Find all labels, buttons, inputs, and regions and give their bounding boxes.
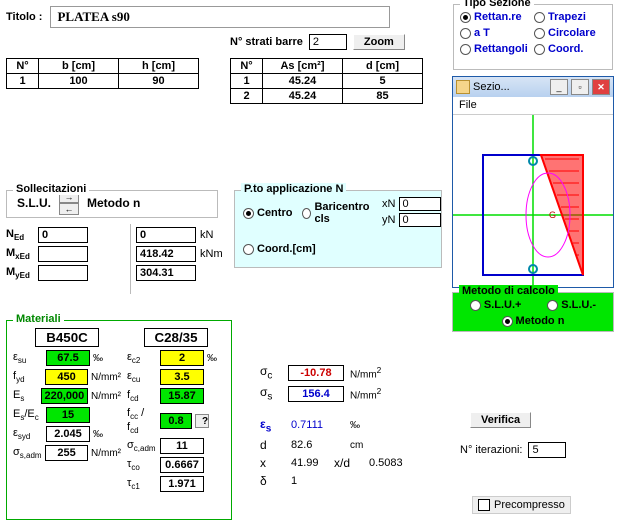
Es-value[interactable]: 220,000 (41, 388, 88, 404)
N-input-2[interactable] (136, 227, 196, 243)
verifica-button[interactable]: Verifica (470, 412, 531, 428)
xN-label: xN (373, 198, 395, 210)
sigsadm-value[interactable]: 255 (45, 445, 88, 461)
tipo-aT[interactable]: a T (460, 27, 532, 39)
tipo-circolare[interactable]: Circolare (534, 27, 606, 39)
section-canvas[interactable]: G (453, 115, 613, 285)
d-value: 82.6 (288, 438, 344, 452)
yN-input[interactable] (399, 213, 441, 227)
papp-group: P.to applicazione N Centro Baricentro cl… (234, 190, 442, 268)
metodo-sluminus[interactable]: S.L.U.- (547, 299, 596, 311)
window-title: Sezio... (473, 81, 547, 93)
metodo-sluplus[interactable]: S.L.U.+ (470, 299, 522, 311)
tipo-legend: Tipo Sezione (460, 0, 534, 9)
iter-label: N° iterazioni: (460, 444, 522, 456)
svg-text:G: G (549, 210, 556, 220)
slu-label: S.L.U. (13, 196, 55, 210)
materiali-group: Materiali B450C εsu67.5‰ fyd450N/mm² Es2… (6, 320, 232, 520)
sigs-value: 156.4 (288, 386, 344, 402)
section-window: Sezio... _ ▫ ✕ File G (452, 76, 614, 288)
tipo-coord[interactable]: Coord. (534, 43, 606, 55)
tipo-sezione-group: Tipo Sezione Rettan.re Trapezi a T Circo… (453, 4, 613, 70)
fccfcd-value[interactable]: 0.8 (160, 413, 192, 429)
strati-input[interactable] (309, 34, 347, 50)
My-input-2[interactable] (136, 265, 196, 281)
sollecitazioni-group: Sollecitazioni S.L.U. → ← Metodo n (6, 190, 218, 218)
MxEd-input[interactable] (38, 246, 88, 262)
metodo-n[interactable]: Metodo n (502, 315, 565, 327)
steel-button[interactable]: B450C (35, 328, 99, 347)
precompresso-check[interactable]: Precompresso (472, 496, 571, 514)
ec2-value[interactable]: 2 (160, 350, 204, 366)
forces-group: NEd kN MxEd kNm MyEd (6, 224, 226, 284)
xd-value: 0.5083 (366, 456, 422, 470)
tco-value[interactable]: 0.6667 (160, 457, 204, 473)
metodo-legend: Metodo di calcolo (459, 285, 558, 297)
strati-label: N° strati barre (230, 36, 303, 48)
table-row: 145.245 (231, 74, 423, 89)
x-value: 41.99 (288, 456, 328, 470)
xN-input[interactable] (399, 197, 441, 211)
soll-legend: Sollecitazioni (13, 183, 89, 195)
papp-baricentro[interactable]: Baricentro cls (302, 201, 371, 225)
tipo-rettangoli[interactable]: Rettangoli (460, 43, 532, 55)
table-row: 110090 (7, 74, 199, 89)
table-row: 245.2485 (231, 89, 423, 104)
metodo-label: Metodo n (83, 196, 144, 210)
rebar-table[interactable]: N°As [cm²]d [cm] 145.245 245.2485 (230, 58, 423, 104)
papp-legend: P.to applicazione N (241, 183, 346, 195)
esyd-value[interactable]: 2.045 (46, 426, 90, 442)
tc1-value[interactable]: 1.971 (160, 476, 204, 492)
papp-coord[interactable]: Coord.[cm] (243, 243, 316, 255)
minimize-button[interactable]: _ (550, 79, 568, 95)
esu-value[interactable]: 67.5 (46, 350, 90, 366)
section-table[interactable]: N°b [cm]h [cm] 110090 (6, 58, 199, 89)
zoom-button[interactable]: Zoom (353, 34, 405, 50)
Mx-input-2[interactable] (136, 246, 196, 262)
window-icon (456, 80, 470, 94)
results-group: σc -10.78 N/mm2 σs 156.4 N/mm2 εs 0.7111… (260, 360, 440, 492)
arrow-left-button[interactable]: ← (59, 203, 79, 215)
kN-unit: kN (200, 229, 213, 241)
sigc-value: -10.78 (288, 365, 344, 381)
maximize-button[interactable]: ▫ (571, 79, 589, 95)
kNm-unit: kNm (200, 248, 223, 260)
help-button[interactable]: ? (195, 414, 209, 428)
NEd-input[interactable] (38, 227, 88, 243)
yN-label: yN (373, 214, 395, 226)
title-label: Titolo : (6, 11, 42, 23)
materiali-legend: Materiali (13, 313, 64, 325)
EsEc-value[interactable]: 15 (46, 407, 90, 423)
concrete-button[interactable]: C28/35 (144, 328, 208, 347)
ecu-value[interactable]: 3.5 (160, 369, 204, 385)
tipo-rettan[interactable]: Rettan.re (460, 11, 532, 23)
fyd-value[interactable]: 450 (45, 369, 88, 385)
checkbox-icon (478, 499, 490, 511)
tipo-trapezi[interactable]: Trapezi (534, 11, 606, 23)
close-button[interactable]: ✕ (592, 79, 610, 95)
fcd-value[interactable]: 15.87 (160, 388, 204, 404)
title-input[interactable] (50, 6, 390, 28)
MyEd-input[interactable] (38, 265, 88, 281)
papp-centro[interactable]: Centro (243, 201, 292, 225)
eps-value: 0.7111 (288, 418, 344, 432)
delta-value: 1 (288, 474, 344, 488)
precompresso-label: Precompresso (494, 499, 565, 511)
iter-input[interactable] (528, 442, 566, 458)
metodo-calcolo-group: Metodo di calcolo S.L.U.+ S.L.U.- Metodo… (452, 292, 614, 332)
sigcadm-value[interactable]: 11 (160, 438, 204, 454)
file-menu[interactable]: File (453, 97, 613, 115)
